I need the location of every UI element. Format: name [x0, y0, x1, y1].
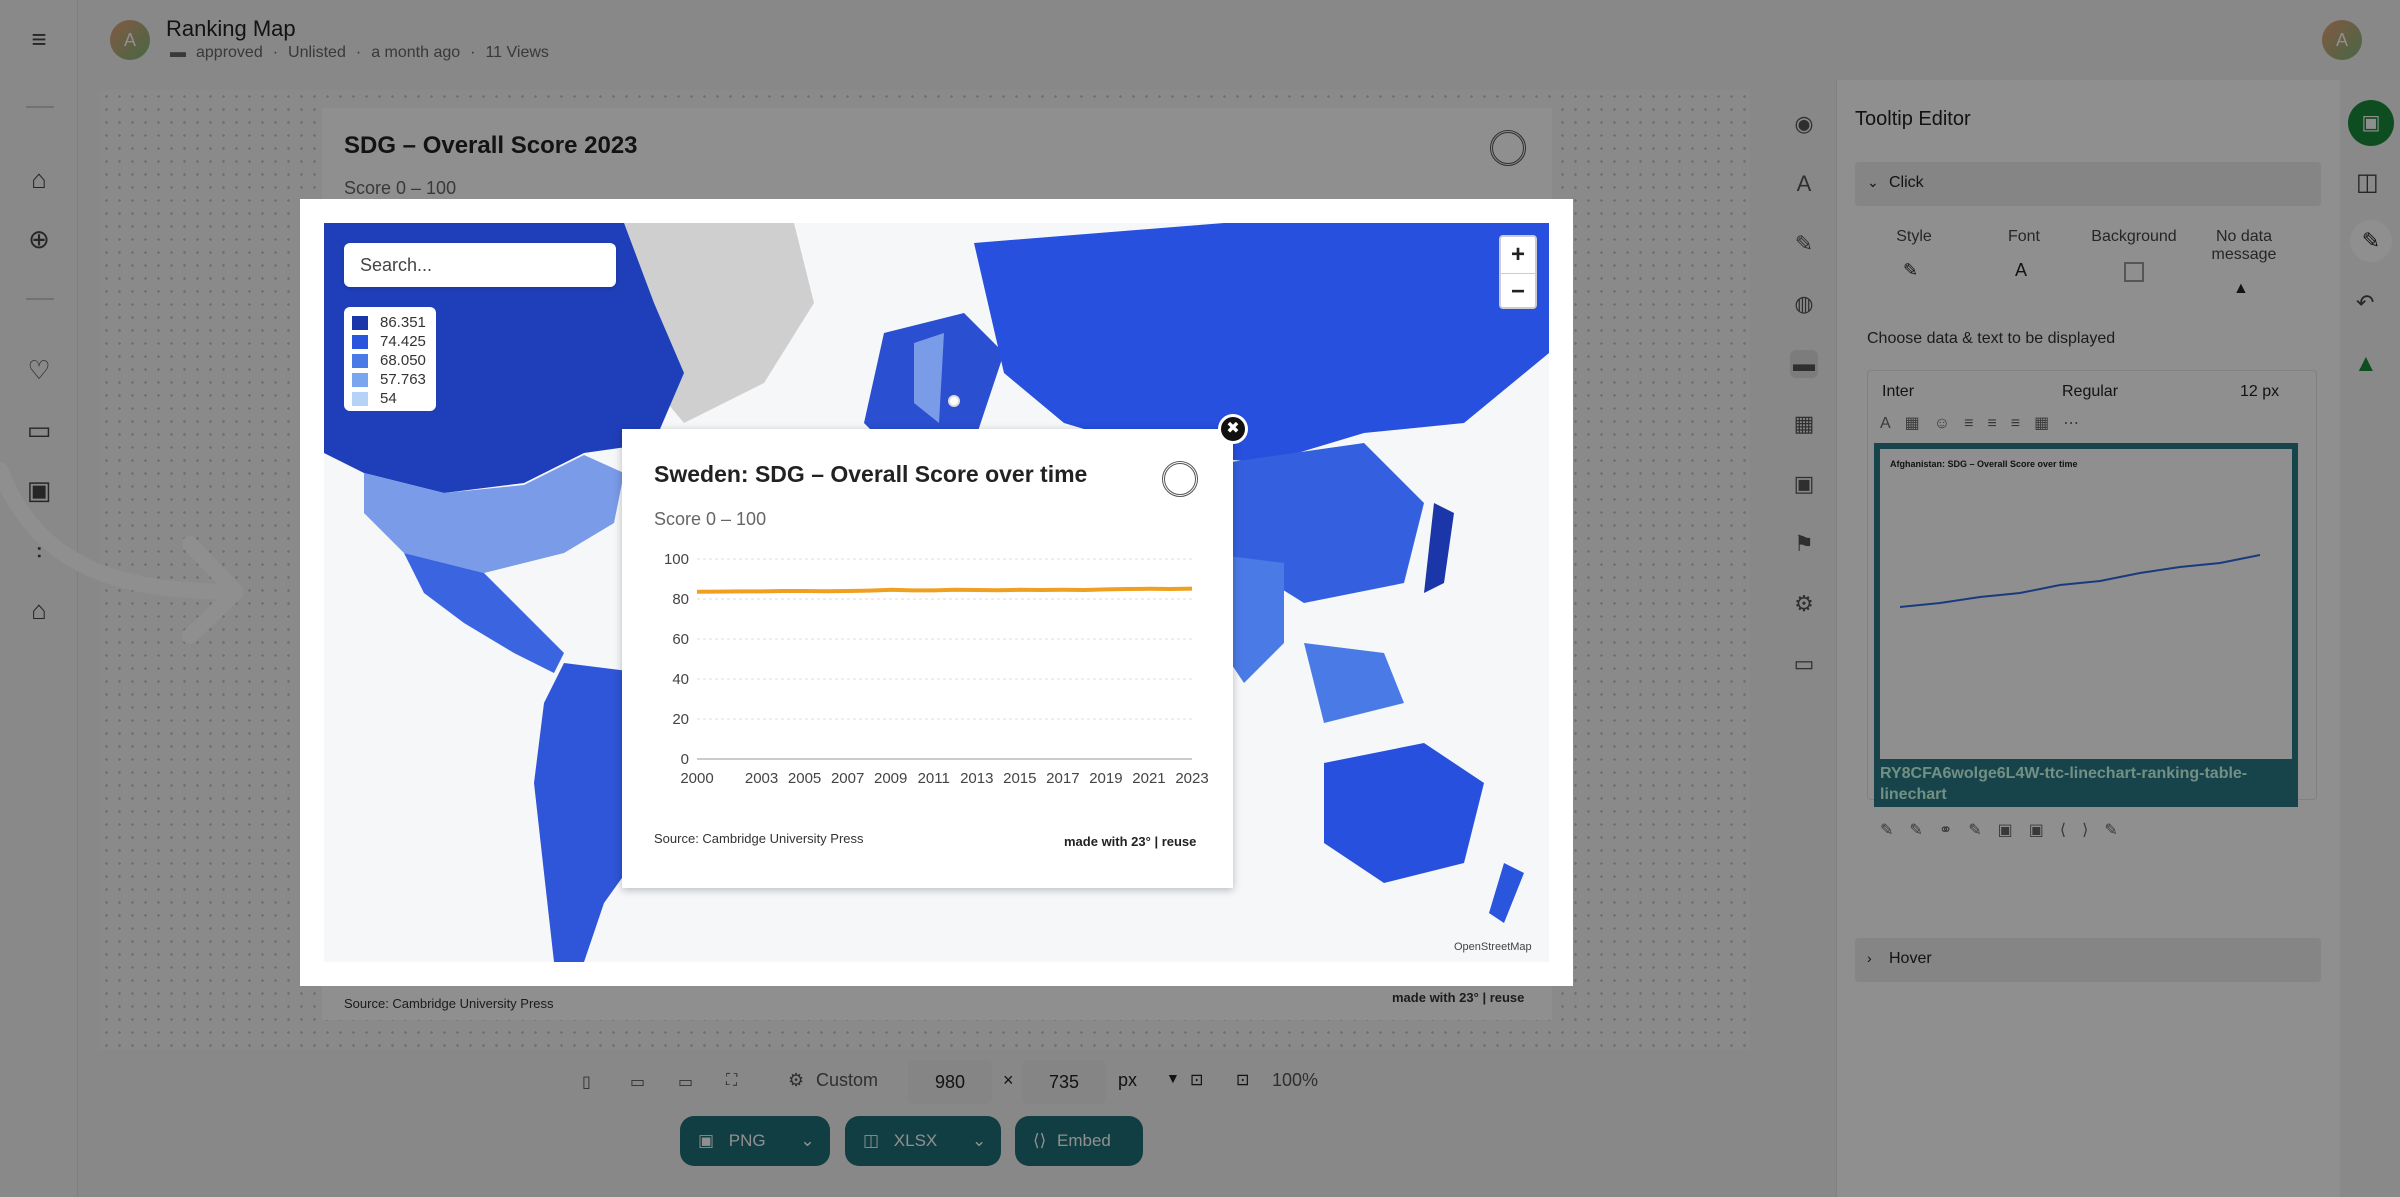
legend-item: 54 [352, 389, 428, 408]
made-with-link[interactable]: made with 23° | reuse [1064, 834, 1196, 849]
x-tick-label: 2017 [1046, 770, 1079, 787]
legend-swatch [352, 391, 368, 406]
map-search-input[interactable]: Search... [344, 243, 616, 287]
x-tick-label: 2011 [918, 770, 950, 787]
x-tick-label: 2015 [1003, 770, 1036, 787]
legend-item: 74.425 [352, 332, 428, 351]
map-attribution[interactable]: OpenStreetMap [1454, 941, 1532, 953]
x-tick-label: 2000 [680, 770, 713, 787]
legend-item: 57.763 [352, 370, 428, 389]
country-tooltip: Sweden: SDG – Overall Score over time Sc… [622, 429, 1233, 888]
legend-swatch [352, 315, 368, 330]
legend-label: 86.351 [380, 314, 426, 331]
zoom-controls: + − [1499, 235, 1537, 309]
x-tick-label: 2005 [788, 770, 821, 787]
x-tick-label: 2009 [874, 770, 907, 787]
map-legend: 86.351 74.425 68.050 57.763 54 [344, 307, 436, 411]
tooltip-source: Source: Cambridge University Press [654, 831, 864, 846]
y-tick-label: 20 [672, 711, 689, 728]
location-marker-icon [948, 395, 960, 407]
y-tick-label: 100 [664, 551, 689, 568]
tooltip-line-chart: 100 80 60 40 20 0 2000 2003 2005 2007 2009 2011 2013… [664, 551, 1209, 787]
y-tick-label: 60 [672, 631, 689, 648]
search-placeholder: Search... [360, 255, 433, 275]
x-tick-label: 2003 [745, 770, 778, 787]
y-tick-label: 40 [672, 671, 689, 688]
x-tick-label: 2019 [1089, 770, 1122, 787]
legend-item: 86.351 [352, 313, 428, 332]
legend-label: 54 [380, 390, 397, 407]
x-tick-label: 2023 [1175, 770, 1208, 787]
tooltip-close-button[interactable]: ✖ [1218, 414, 1248, 444]
legend-label: 68.050 [380, 352, 426, 369]
legend-label: 74.425 [380, 333, 426, 350]
legend-swatch [352, 353, 368, 368]
tooltip-subtitle: Score 0 – 100 [654, 509, 767, 529]
zoom-in-button[interactable]: + [1501, 237, 1535, 273]
zoom-out-button[interactable]: − [1501, 273, 1535, 309]
y-tick-label: 0 [681, 751, 689, 768]
legend-swatch [352, 372, 368, 387]
x-tick-label: 2013 [960, 770, 993, 787]
y-tick-label: 80 [672, 591, 689, 608]
brand-logo-icon [1162, 461, 1198, 497]
legend-swatch [352, 334, 368, 349]
x-tick-label: 2007 [831, 770, 864, 787]
tooltip-title: Sweden: SDG – Overall Score over time [654, 461, 1088, 487]
legend-label: 57.763 [380, 371, 426, 388]
series-line [696, 586, 1193, 594]
legend-item: 68.050 [352, 351, 428, 370]
x-tick-label: 2021 [1132, 770, 1165, 787]
